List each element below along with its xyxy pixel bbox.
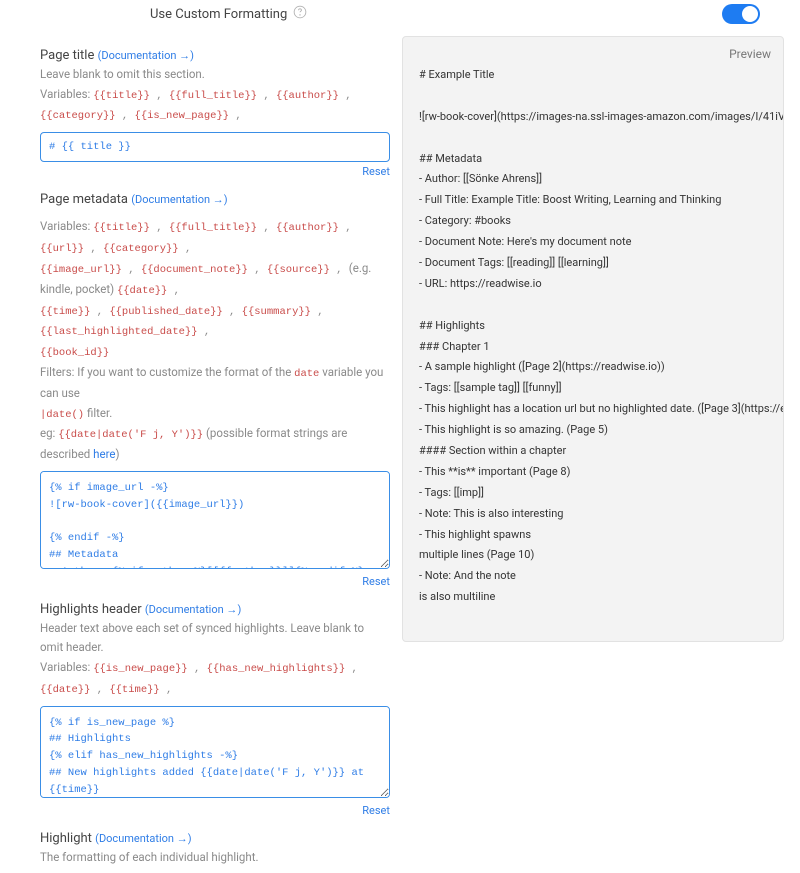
preview-pane: Preview # Example Title ![rw-book-cover]… (402, 36, 784, 642)
doc-link-highlights-header[interactable]: Documentation → (149, 603, 238, 616)
reset-page-metadata[interactable]: Reset (40, 575, 390, 588)
highlights-header-template-input[interactable] (40, 706, 390, 798)
reset-highlights-header[interactable]: Reset (40, 804, 390, 817)
highlights-header-heading: Highlights header (40, 602, 142, 617)
highlight-hint: The formatting of each individual highli… (40, 850, 259, 864)
format-strings-link[interactable]: here (93, 447, 115, 461)
doc-link-page-title[interactable]: Documentation → (101, 49, 190, 62)
page-title-hint: Leave blank to omit this section. (40, 67, 205, 81)
highlight-heading: Highlight (40, 831, 92, 846)
hh-hint: Header text above each set of synced hig… (40, 621, 364, 655)
toggle-knob (742, 6, 758, 22)
preview-label: Preview (729, 47, 771, 61)
vars-label: Variables: (40, 87, 93, 101)
custom-formatting-toggle[interactable] (722, 4, 760, 24)
page-title-template-input[interactable] (40, 132, 390, 162)
use-custom-formatting-label: Use Custom Formatting (150, 7, 287, 22)
help-icon[interactable] (293, 5, 307, 23)
doc-link-page-metadata[interactable]: Documentation → (135, 193, 224, 206)
page-title-heading: Page title (40, 48, 94, 63)
doc-link-highlight[interactable]: Documentation → (99, 832, 188, 845)
page-metadata-template-input[interactable] (40, 471, 390, 569)
page-metadata-heading: Page metadata (40, 192, 128, 207)
reset-page-title[interactable]: Reset (40, 165, 390, 178)
preview-body: # Example Title ![rw-book-cover](https:/… (419, 65, 767, 642)
page-metadata-vars: {{title}} , {{full_title}} , {{author}} … (40, 219, 371, 358)
